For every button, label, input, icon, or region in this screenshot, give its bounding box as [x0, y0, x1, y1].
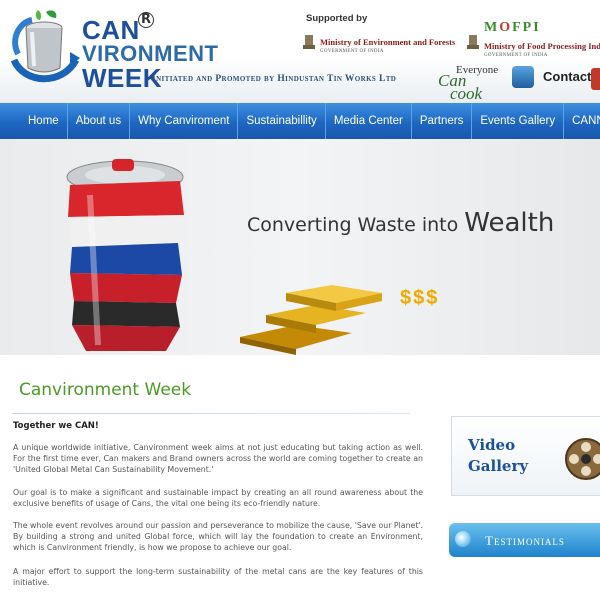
testimonials-label: Testimonials	[485, 533, 565, 548]
gold-bars-image	[240, 285, 382, 355]
dollar-signs: $$$	[400, 287, 440, 309]
can-logo-icon[interactable]	[10, 8, 82, 86]
registered-mark: R	[138, 12, 154, 28]
india-emblem-icon	[303, 35, 315, 49]
everyone-can-cook-line-3: cook	[450, 84, 483, 103]
ministry-env-logo[interactable]: Ministry of Environment and Forests GOVE…	[320, 37, 455, 57]
nav-partners[interactable]: Partners	[412, 103, 473, 139]
paragraph-2: Our goal is to make a significant and su…	[13, 488, 423, 508]
hero-banner: Converting Waste into Wealth $$$	[0, 139, 600, 355]
film-reel-icon	[565, 438, 600, 480]
nav-why-canviroment[interactable]: Why Canviroment	[130, 103, 239, 139]
paragraph-4: A major effort to support the long-term …	[13, 567, 423, 587]
nav-sustainability[interactable]: Sustainabillity	[238, 103, 326, 139]
testimonials-button[interactable]: Testimonials	[449, 523, 600, 557]
banner-title: Converting Waste into Wealth	[247, 208, 554, 238]
youtube-icon[interactable]	[591, 68, 600, 90]
title-divider	[12, 413, 410, 414]
mofpi-acronym: MOFPI	[484, 20, 541, 35]
intro-heading: Together we CAN!	[13, 421, 99, 431]
nav-about-us[interactable]: About us	[68, 103, 131, 139]
nav-media-center[interactable]: Media Center	[326, 103, 412, 139]
banner-title-part-1: Converting Waste into	[247, 214, 465, 236]
supported-by-label: Supported by	[306, 13, 368, 24]
nav-cannect-post[interactable]: CANNect-Post yo	[564, 103, 600, 139]
ministry-env-name: Ministry of Environment and Forests	[320, 37, 456, 47]
video-gallery-widget[interactable]: Video Gallery	[451, 416, 600, 496]
ministry-env-sub: GOVERNMENT OF INDIA	[320, 49, 384, 54]
banner-title-part-2: Wealth	[464, 208, 555, 238]
bubble-icon	[455, 531, 471, 547]
nav-home[interactable]: Home	[0, 103, 68, 139]
video-gallery-label: Video Gallery	[468, 436, 529, 475]
paragraph-3: The whole event revolves around our pass…	[13, 521, 423, 552]
ministry-food-logo[interactable]: Ministry of Food Processing Industries G…	[484, 41, 600, 61]
india-emblem-icon	[467, 35, 479, 49]
contact-link[interactable]: Contact	[543, 69, 591, 84]
ministry-food-sub: GOVERNMENT OF INDIA	[484, 53, 548, 58]
site-header: CAN VIRONMENT WEEK R Initiated and Promo…	[0, 0, 600, 103]
main-nav: Home About us Why Canviroment Sustainabi…	[0, 103, 600, 139]
page-title: Canvironment Week	[19, 380, 192, 400]
nav-events-gallery[interactable]: Events Gallery	[472, 103, 565, 139]
phone-icon[interactable]	[512, 66, 534, 88]
crushed-can-image	[66, 159, 184, 351]
paragraph-1: A unique worldwide initiative, Canvironm…	[13, 443, 423, 474]
ministry-food-name: Ministry of Food Processing Industries	[484, 41, 600, 51]
tagline: Initiated and Promoted by Hindustan Tin …	[152, 74, 397, 84]
